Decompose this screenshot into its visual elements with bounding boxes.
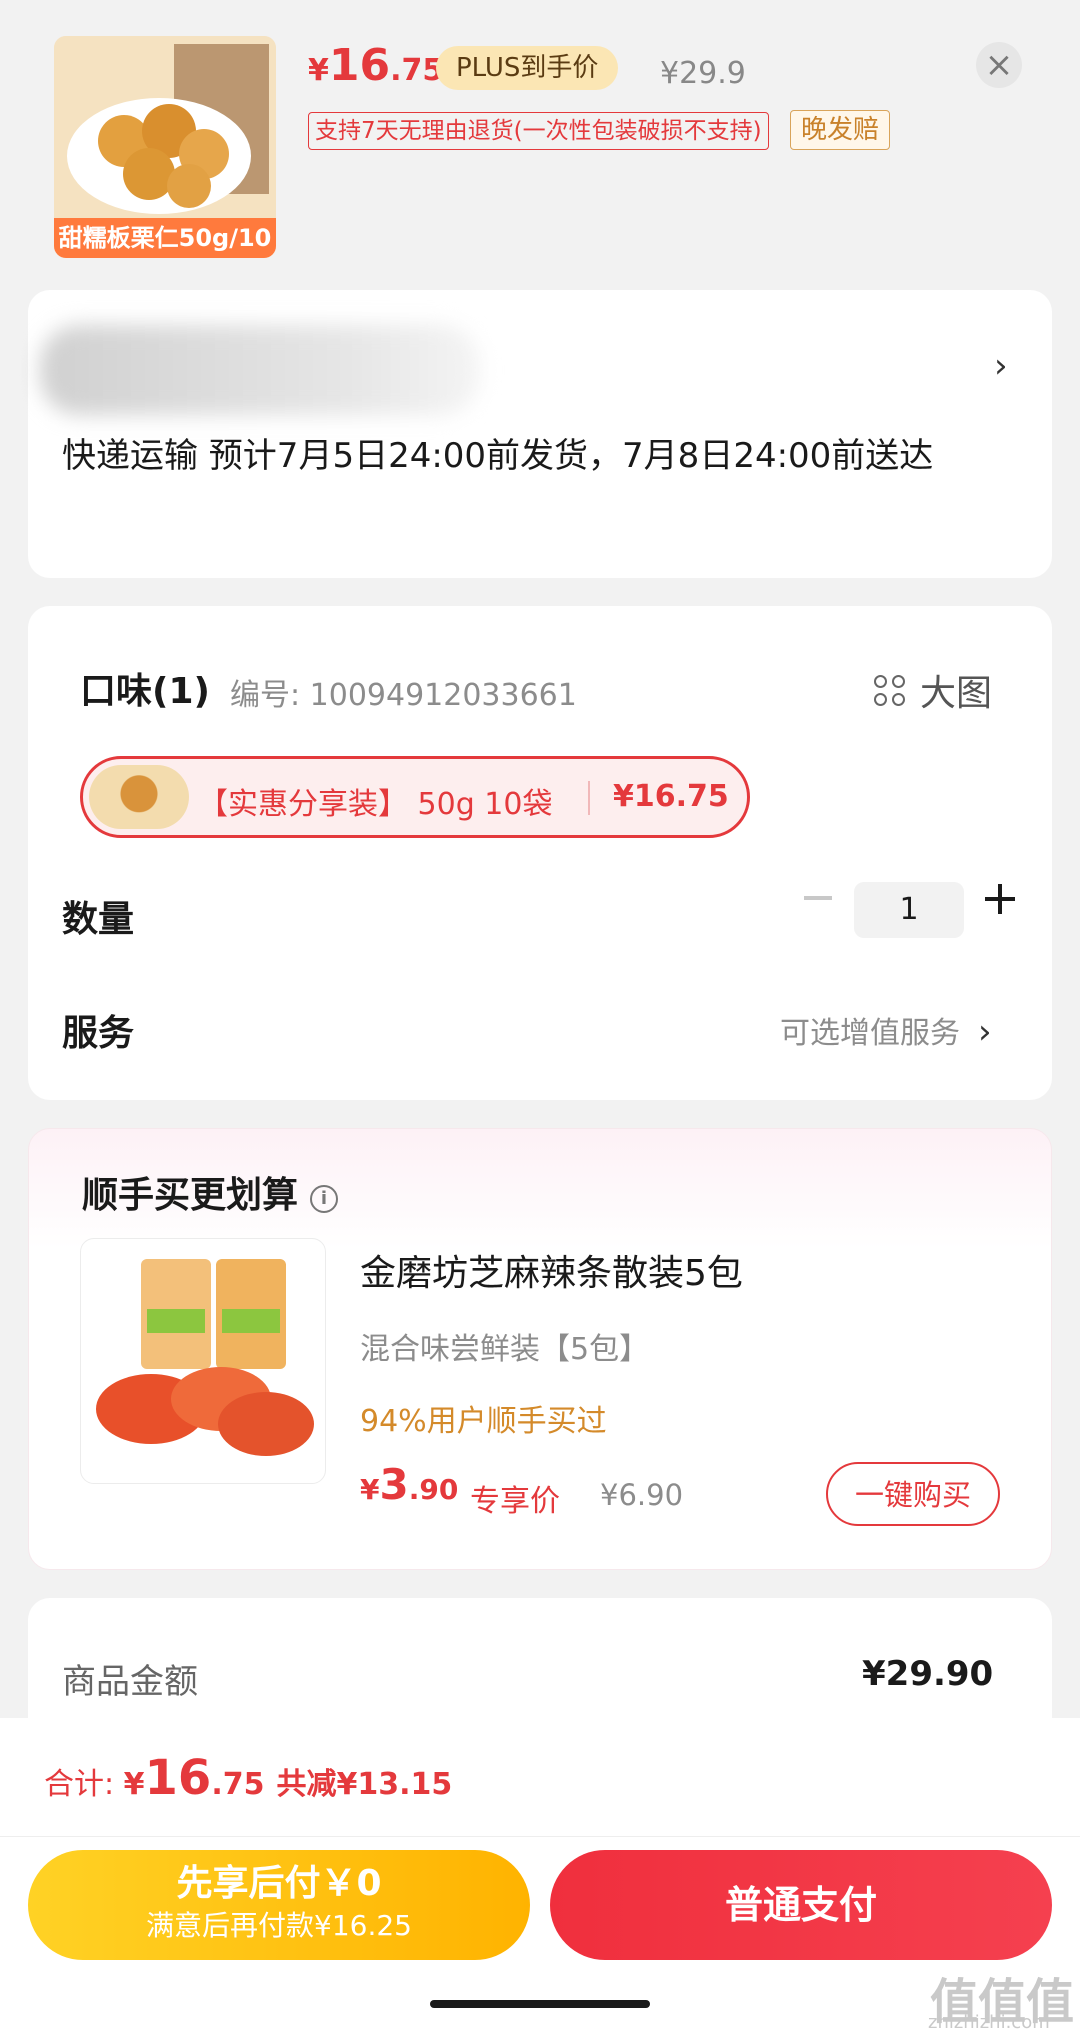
option-name: 【实惠分享装】 50g 10袋 (198, 787, 553, 822)
option-divider (588, 781, 590, 815)
home-indicator[interactable] (430, 2000, 650, 2008)
recommend-original-price: ¥6.90 (600, 1478, 684, 1512)
recommend-bought-rate: 94%用户顺手买过 (360, 1404, 607, 1439)
product-thumbnail: 甜糯板栗仁50g/10袋 (54, 36, 276, 258)
spicy-strip-image (96, 1259, 314, 1456)
normal-pay-button[interactable]: 普通支付 (550, 1850, 1052, 1960)
flavor-option-selected[interactable]: 【实惠分享装】 50g 10袋 ¥16.75 (80, 756, 750, 838)
late-delivery-tag: 晚发赔 (790, 110, 891, 150)
exclusive-price-label: 专享价 (470, 1484, 560, 1519)
quantity-label: 数量 (62, 899, 135, 940)
recommend-price: ¥3.90 (360, 1460, 459, 1509)
original-price: ¥29.9 (660, 56, 746, 91)
grid-icon (874, 675, 908, 709)
one-click-buy-button[interactable]: 一键购买 (826, 1462, 1000, 1526)
option-thumbnail (89, 765, 189, 829)
recommend-title: 顺手买更划算 i (82, 1166, 339, 1218)
total-summary: 合计: ¥16.75 共减¥13.15 (44, 1750, 453, 1806)
watermark-domain: zhizhizhi.com (928, 2012, 1050, 2033)
sku-number: 编号: 10094912033661 (230, 678, 577, 713)
plus-price-badge: PLUS到手价 (436, 46, 619, 90)
divider (0, 1836, 1080, 1837)
quantity-input[interactable]: 1 (854, 882, 964, 938)
amount-label: 商品金额 (62, 1662, 198, 1702)
address-blurred (40, 325, 480, 415)
thumbnail-label: 甜糯板栗仁50g/10袋 (54, 218, 276, 258)
chevron-right-icon[interactable]: › (994, 346, 1008, 386)
service-label: 服务 (62, 1013, 135, 1054)
product-price: ¥16.75 (308, 40, 444, 91)
plus-icon[interactable] (985, 884, 1015, 914)
discount-total: 共减¥13.15 (276, 1767, 453, 1802)
delivery-estimate: 快递运输 预计7月5日24:00前发货，7月8日24:00前送达 (62, 436, 934, 476)
amount-value: ¥29.90 (862, 1654, 994, 1694)
info-icon[interactable]: i (310, 1185, 339, 1213)
big-image-button[interactable]: 大图 (874, 664, 992, 716)
chevron-right-icon: › (978, 1012, 992, 1052)
minus-icon[interactable] (804, 896, 832, 900)
recommend-product-spec: 混合味尝鲜装【5包】 (360, 1332, 650, 1367)
close-icon: × (984, 45, 1014, 85)
buy-now-pay-later-button[interactable]: 先享后付￥0 满意后再付款¥16.25 (28, 1850, 530, 1960)
close-button[interactable]: × (976, 42, 1022, 88)
return-policy-tag: 支持7天无理由退货(一次性包装破损不支持) (308, 112, 769, 150)
option-price: ¥16.75 (613, 779, 729, 814)
flavor-title: 口味(1) (80, 671, 210, 712)
recommend-product-image[interactable] (80, 1238, 326, 1484)
recommend-product-name[interactable]: 金磨坊芝麻辣条散装5包 (360, 1244, 743, 1296)
service-options-link[interactable]: 可选增值服务 › (780, 1008, 992, 1052)
